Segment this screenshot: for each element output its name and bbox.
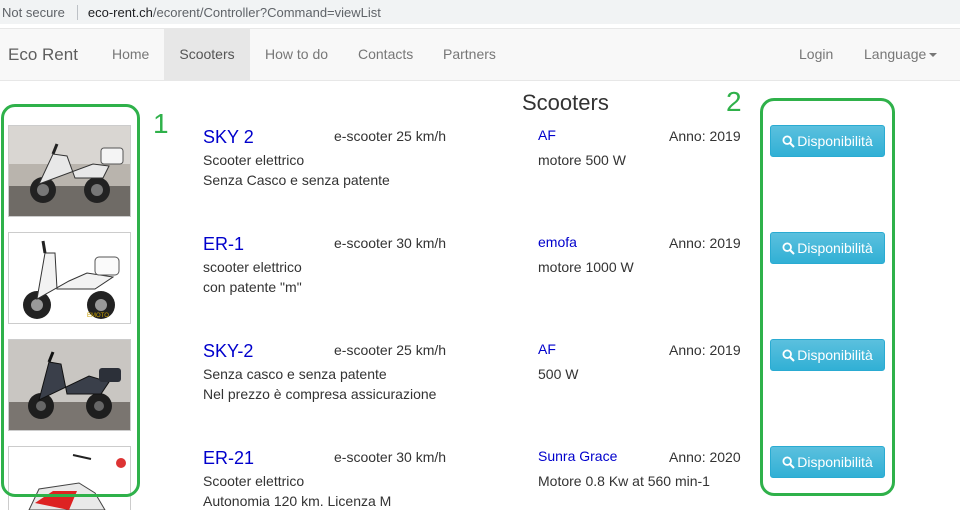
scooter-motor: 500 W — [538, 366, 579, 382]
chevron-down-icon — [929, 53, 938, 58]
scooter-description: Senza casco e senza patente — [203, 366, 387, 382]
navbar-brand[interactable]: Eco Rent — [8, 45, 78, 65]
scooter-brand[interactable]: AF — [538, 341, 556, 357]
scooter-motor: Motore 0.8 Kw at 560 min-1 — [538, 473, 710, 489]
scooter-year: Anno: 2019 — [669, 128, 741, 144]
security-status[interactable]: Not secure — [2, 5, 65, 20]
scooter-brand[interactable]: Sunra Grace — [538, 448, 617, 464]
scooter-brand[interactable]: emofa — [538, 234, 577, 250]
scooter-speed: e-scooter 30 km/h — [334, 235, 447, 251]
scooter-description-2: con patente "m" — [203, 279, 302, 295]
page-title: Scooters — [522, 90, 609, 115]
scooter-description: Scooter elettrico — [203, 473, 305, 489]
navbar: Eco Rent Home Scooters How to do Contact… — [0, 28, 960, 81]
annotation-box-buttons — [760, 98, 895, 496]
scooter-brand[interactable]: AF — [538, 127, 556, 143]
nav-partners[interactable]: Partners — [443, 29, 496, 80]
scooter-description: scooter elettrico — [203, 259, 302, 275]
annotation-number-2: 2 — [726, 86, 742, 117]
nav-login[interactable]: Login — [799, 29, 833, 80]
scooter-year: Anno: 2019 — [669, 235, 741, 251]
scooter-year: Anno: 2020 — [669, 449, 741, 465]
scooter-description-2: Nel prezzo è compresa assicurazione — [203, 386, 437, 402]
scooter-description-2: Senza Casco e senza patente — [203, 172, 390, 188]
annotation-box-images — [1, 104, 140, 497]
nav-how-to-do[interactable]: How to do — [265, 29, 328, 80]
scooter-year: Anno: 2019 — [669, 342, 741, 358]
nav-scooters[interactable]: Scooters — [164, 29, 250, 80]
address-separator — [76, 4, 78, 20]
url-path[interactable]: /ecorent/Controller?Command=viewList — [153, 5, 381, 20]
address-bar[interactable]: Not secure eco-rent.ch /ecorent/Controll… — [0, 0, 960, 24]
url-host[interactable]: eco-rent.ch — [88, 5, 153, 20]
nav-home[interactable]: Home — [112, 29, 149, 80]
scooter-motor: motore 500 W — [538, 152, 626, 168]
scooter-name[interactable]: SKY-2 — [203, 341, 253, 362]
scooter-name[interactable]: ER-1 — [203, 234, 244, 255]
scooter-description-2: Autonomia 120 km. Licenza M — [203, 493, 392, 509]
nav-language-label: Language — [864, 46, 927, 62]
scooter-motor: motore 1000 W — [538, 259, 634, 275]
nav-language-dropdown[interactable]: Language — [864, 29, 938, 80]
scooter-speed: e-scooter 25 km/h — [334, 128, 447, 144]
scooter-description: Scooter elettrico — [203, 152, 305, 168]
scooter-speed: e-scooter 30 km/h — [334, 449, 447, 465]
scooter-speed: e-scooter 25 km/h — [334, 342, 447, 358]
nav-contacts[interactable]: Contacts — [358, 29, 413, 80]
scooter-name[interactable]: ER-21 — [203, 448, 254, 469]
annotation-number-1: 1 — [153, 108, 169, 139]
scooter-name[interactable]: SKY 2 — [203, 127, 254, 148]
